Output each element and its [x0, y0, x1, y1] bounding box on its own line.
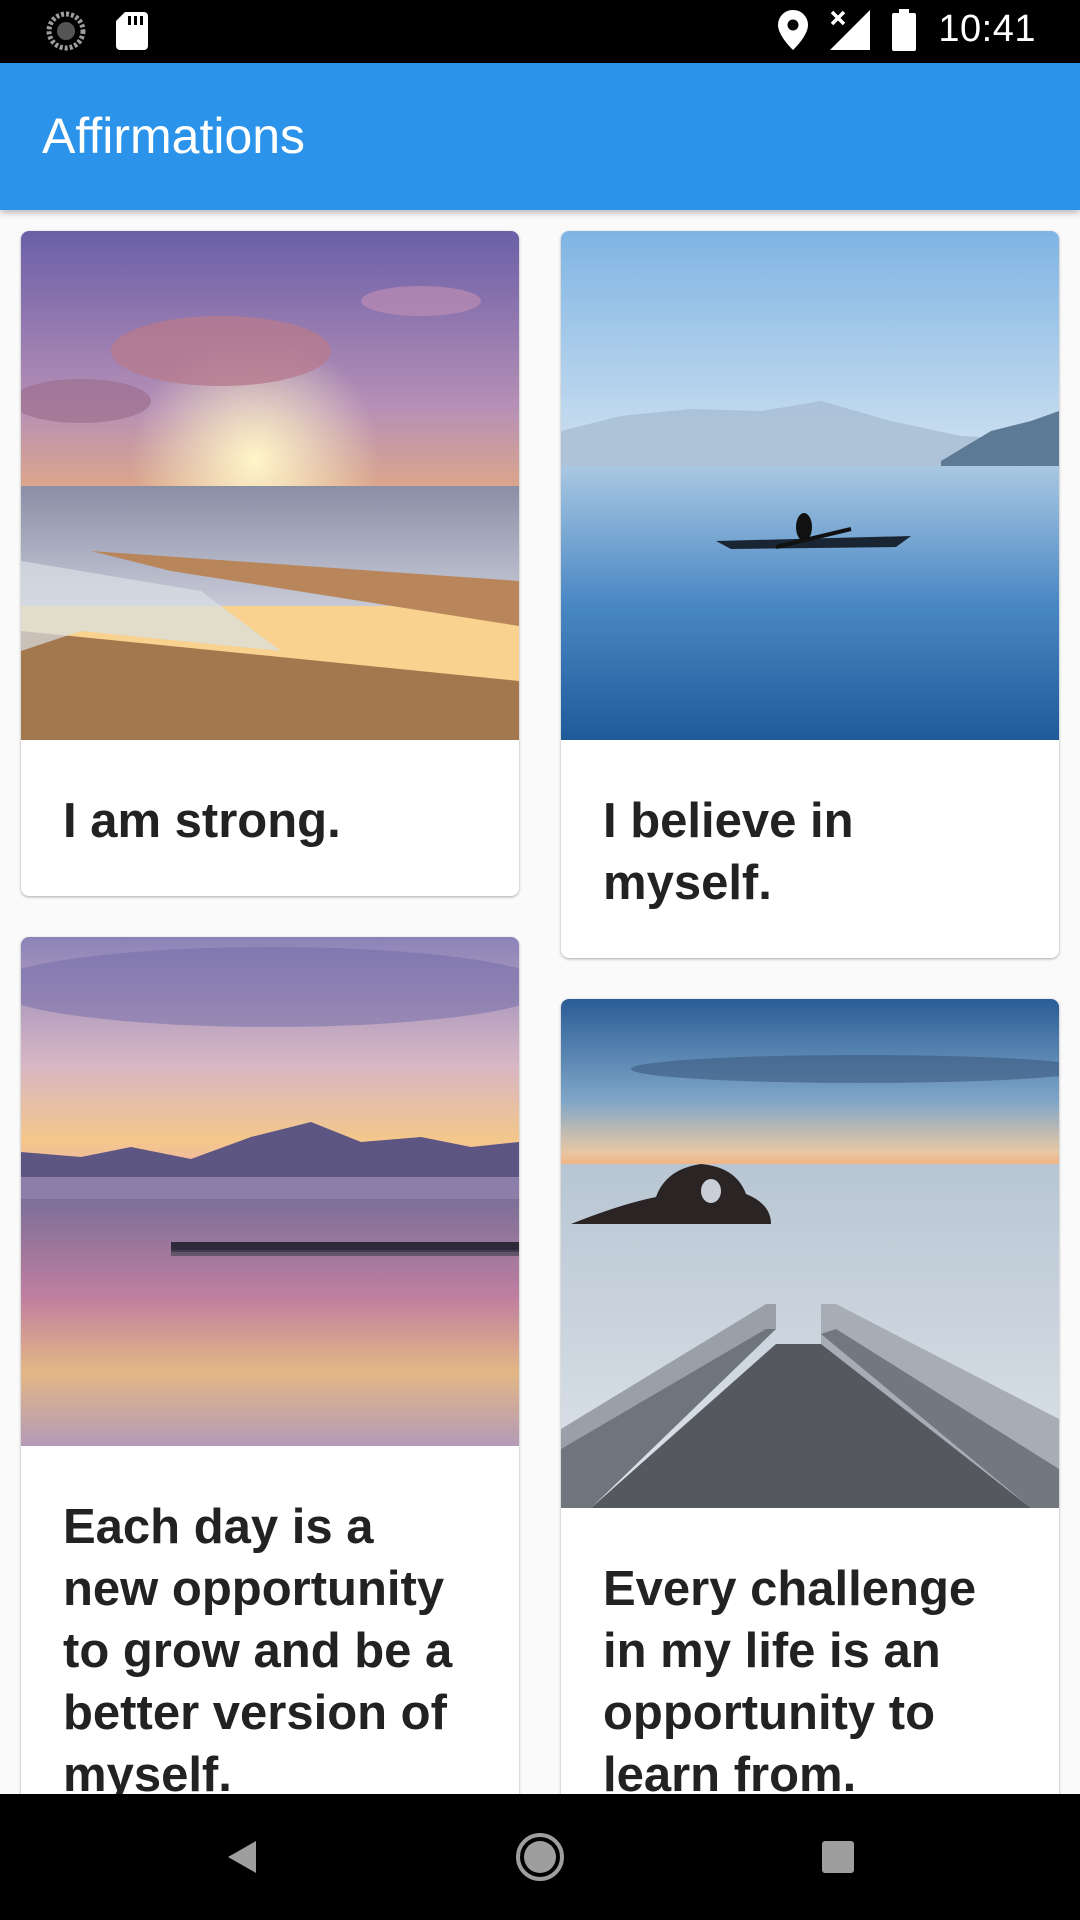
sunset-beach-image: [21, 231, 519, 740]
affirmation-list[interactable]: I am strong. I believe in myself. Each d…: [0, 210, 1080, 1794]
app-title: Affirmations: [42, 108, 306, 164]
affirmation-text: I believe in myself.: [603, 794, 854, 910]
back-icon[interactable]: [222, 1837, 262, 1877]
affirmation-card[interactable]: Every challenge in my life is an opportu…: [561, 999, 1059, 1794]
affirmation-text: Each day is a new opportunity to grow an…: [63, 1500, 453, 1794]
recents-icon[interactable]: [820, 1839, 856, 1875]
stairs-to-sea-image: [561, 999, 1059, 1508]
affirmation-card[interactable]: Each day is a new opportunity to grow an…: [21, 937, 519, 1794]
status-time: 10:41: [938, 8, 1036, 50]
battery-icon: [892, 8, 917, 51]
home-icon[interactable]: [514, 1831, 566, 1883]
app-bar: Affirmations: [0, 63, 1080, 210]
affirmation-text: Every challenge in my life is an opportu…: [603, 1562, 977, 1794]
navigation-bar: [0, 1794, 1080, 1920]
mountain-lake-sunset-image: [21, 937, 519, 1446]
affirmation-text: I am strong.: [63, 794, 341, 848]
affirmation-card[interactable]: I am strong.: [21, 231, 519, 896]
sd-card-icon: [116, 12, 148, 50]
location-icon: [778, 9, 809, 50]
no-signal-icon: [830, 9, 871, 50]
affirmation-card[interactable]: I believe in myself.: [561, 231, 1059, 958]
sync-icon: [46, 11, 86, 51]
kayak-lake-image: [561, 231, 1059, 740]
status-bar: 10:41: [0, 0, 1080, 63]
